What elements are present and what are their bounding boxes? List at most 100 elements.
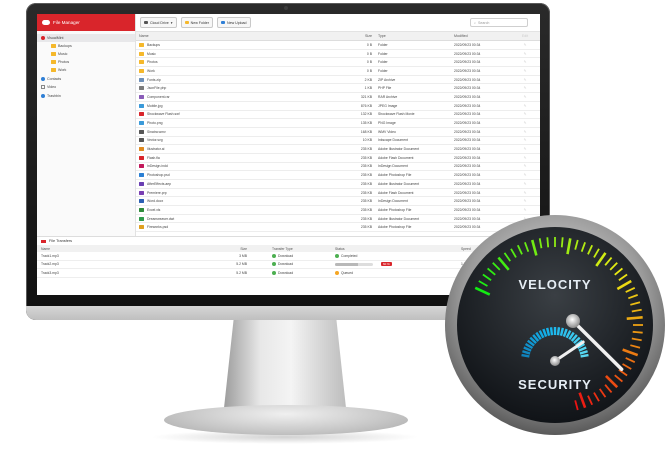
edit-pencil-icon[interactable]: ✎	[518, 189, 532, 197]
edit-pencil-icon[interactable]: ✎	[518, 102, 532, 110]
table-row[interactable]: Mobile.jpg 876 KB JPEG Image 2022/09/23 00:…	[136, 102, 540, 111]
sidebar-item[interactable]: VisualMint	[37, 34, 135, 42]
table-row[interactable]: Photo.png 135 KB PNG Image 2022/09/23 00:34…	[136, 119, 540, 128]
table-row[interactable]: Component.rar 321 KB RAR Archive 2022/09/23…	[136, 93, 540, 102]
edit-pencil-icon[interactable]: ✎	[518, 76, 532, 84]
new-upload-button[interactable]: New Upload	[216, 17, 251, 28]
edit-pencil-icon[interactable]: ✎	[518, 180, 532, 188]
tcol-name: Name	[41, 246, 51, 251]
file-list-panel: Cloud Drive ▾ New Folder New Upload ⌕ Se…	[136, 14, 540, 236]
file-type: Inkscape Document	[378, 138, 408, 143]
sidebar-item-label: Backups	[58, 44, 72, 48]
file-name-cell: Component.rar	[139, 93, 339, 101]
sidebar-item[interactable]: Trashbin	[37, 92, 135, 100]
table-row[interactable]: Photoshop.psd 235 KB Adobe Photoshop File 2…	[136, 171, 540, 180]
vector-icon	[139, 138, 144, 143]
search-input[interactable]: ⌕ Search	[470, 18, 528, 27]
col-modified[interactable]: Modified	[454, 32, 510, 40]
table-row[interactable]: Backups 0 B Folder 2022/09/23 00:34 ✎	[136, 41, 540, 50]
edit-pencil-icon[interactable]: ✎	[518, 84, 532, 92]
table-row[interactable]: Work 0 B Folder 2022/09/23 00:34 ✎	[136, 67, 540, 76]
edit-pencil-icon[interactable]: ✎	[518, 163, 532, 171]
table-row[interactable]: InDesign.indd 235 KB InDesign Document 2022…	[136, 163, 540, 172]
col-size[interactable]: Size	[342, 32, 372, 40]
edit-pencil-icon[interactable]: ✎	[518, 197, 532, 205]
table-row[interactable]: AfterEffects.aep 235 KB Adobe Illustrator …	[136, 180, 540, 189]
file-name: Mobile.jpg	[147, 103, 163, 108]
table-row[interactable]: Sinatra.wmv 168 KB WMV Video 2022/09/23 00:…	[136, 128, 540, 137]
table-row[interactable]: Photos 0 B Folder 2022/09/23 00:34 ✎	[136, 58, 540, 68]
security-needle-hub	[550, 356, 560, 366]
transfer-direction: Download	[278, 270, 294, 275]
transfer-direction: Download	[278, 253, 294, 258]
code-icon	[139, 86, 144, 91]
file-name: Photos	[147, 60, 158, 65]
aftereffects-icon	[139, 181, 144, 186]
file-size: 132 KB	[360, 112, 372, 117]
edit-pencil-icon[interactable]: ✎	[518, 50, 532, 58]
transfers-title: File Transfers	[49, 239, 72, 243]
dreamweaver-icon	[139, 216, 144, 221]
sidebar-item[interactable]: Video	[37, 83, 135, 91]
sidebar-item[interactable]: Work	[37, 66, 135, 74]
file-modified: 2022/09/23 00:34	[454, 155, 481, 160]
col-type[interactable]: Type	[376, 32, 456, 40]
file-name-cell: Illustrator.ai	[139, 145, 339, 153]
sidebar: File Manager VisualMint Backups Music Photo…	[37, 14, 136, 236]
table-row[interactable]: Word.docx 235 KB InDesign Document 2022/09/…	[136, 197, 540, 207]
table-row[interactable]: Fonts.zip 2 KB ZIP Archive 2022/09/23 00:34…	[136, 76, 540, 85]
edit-pencil-icon[interactable]: ✎	[518, 171, 532, 179]
sidebar-item[interactable]: Backups	[37, 42, 135, 50]
file-modified: 2022/09/23 00:34	[454, 42, 481, 47]
edit-pencil-icon[interactable]: ✎	[518, 111, 532, 119]
cloud-drive-dropdown[interactable]: Cloud Drive ▾	[140, 17, 177, 28]
edit-pencil-icon[interactable]: ✎	[518, 67, 532, 75]
file-name: Component.rar	[147, 94, 170, 99]
tcol-direction: Transfer Type	[272, 246, 293, 251]
velocity-tick	[560, 237, 564, 248]
edit-pencil-icon[interactable]: ✎	[518, 119, 532, 127]
sidebar-item[interactable]: Photos	[37, 58, 135, 66]
sidebar-item[interactable]: Music	[37, 50, 135, 58]
transfer-size: 5.2 MB	[236, 270, 247, 275]
table-row[interactable]: Music 0 B Folder 2022/09/23 00:34 ✎	[136, 50, 540, 59]
file-size: 321 KB	[360, 94, 372, 99]
table-row[interactable]: Illustrator.ai 235 KB Adobe Illustrator Do…	[136, 145, 540, 154]
col-name[interactable]: Name	[139, 32, 339, 40]
folder-icon	[51, 44, 56, 48]
edit-pencil-icon[interactable]: ✎	[518, 41, 532, 49]
file-name: Fonts.zip	[147, 77, 161, 82]
toolbar: Cloud Drive ▾ New Folder New Upload ⌕ Se…	[136, 14, 540, 32]
cloud-drive-label: Cloud Drive	[150, 20, 169, 25]
file-type: WMV Video	[378, 129, 396, 134]
file-modified: 2022/09/23 00:34	[454, 77, 481, 82]
file-modified: 2022/09/23 00:34	[454, 60, 481, 65]
edit-pencil-icon[interactable]: ✎	[518, 154, 532, 162]
file-name-cell: Vector.svg	[139, 137, 339, 145]
cloud-icon	[41, 36, 45, 40]
file-name-cell: Photos	[139, 58, 339, 66]
sidebar-item-label: Work	[58, 68, 67, 72]
edit-pencil-icon[interactable]: ✎	[518, 128, 532, 136]
table-row[interactable]: Shockwave Flash.swf 132 KB Shockwave Flash…	[136, 111, 540, 120]
new-folder-button[interactable]: New Folder	[180, 17, 213, 28]
file-modified: 2022/09/23 00:34	[454, 190, 481, 195]
file-type: InDesign Document	[378, 164, 408, 169]
file-modified: 2022/09/23 00:34	[454, 51, 481, 56]
file-name-cell: Music	[139, 50, 339, 58]
edit-pencil-icon[interactable]: ✎	[518, 58, 532, 66]
table-row[interactable]: Flash.fla 235 KB Adobe Flash Document 2022/…	[136, 154, 540, 163]
archive-icon	[139, 94, 144, 99]
file-type: Folder	[378, 51, 388, 56]
file-modified: 2022/09/23 00:34	[454, 181, 481, 186]
file-name: Illustrator.ai	[147, 147, 165, 152]
edit-pencil-icon[interactable]: ✎	[518, 145, 532, 153]
file-size: 168 KB	[360, 129, 372, 134]
table-row[interactable]: Premiere.prp 235 KB Adobe Flash Document 20…	[136, 189, 540, 198]
file-type: PHP File	[378, 86, 392, 91]
table-row[interactable]: JsonFile.php 1 KB PHP File 2022/09/23 00:34…	[136, 84, 540, 94]
sidebar-item[interactable]: Contacts	[37, 75, 135, 83]
edit-pencil-icon[interactable]: ✎	[518, 93, 532, 101]
edit-pencil-icon[interactable]: ✎	[518, 137, 532, 145]
table-row[interactable]: Vector.svg 10 KB Inkscape Document 2022/09/…	[136, 137, 540, 146]
